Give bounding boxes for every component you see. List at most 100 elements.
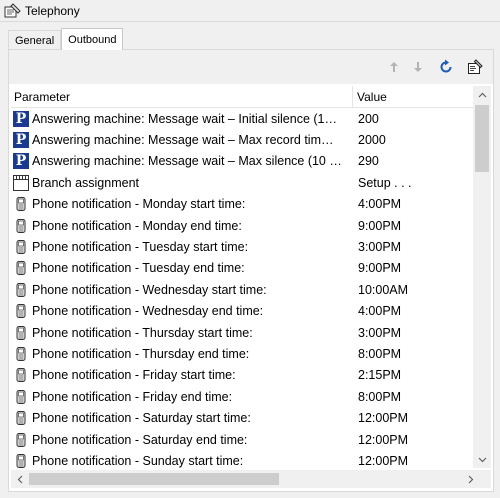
value-cell[interactable]: 3:00PM: [353, 240, 401, 254]
value-cell[interactable]: Setup . . .: [353, 176, 412, 190]
value-cell[interactable]: 12:00PM: [353, 411, 408, 425]
parameter-cell: Phone notification - Monday end time:: [11, 218, 353, 234]
move-up-button[interactable]: [383, 56, 405, 78]
table-row[interactable]: Phone notification - Saturday end time: 1…: [11, 429, 473, 450]
tab-label: Outbound: [68, 33, 117, 46]
parameter-cell: P Answering machine: Message wait – Max r…: [11, 132, 353, 149]
parameter-cell: Phone notification - Friday start time:: [11, 367, 353, 383]
scroll-down-arrow[interactable]: [473, 451, 491, 468]
value-cell[interactable]: 9:00PM: [353, 219, 401, 233]
grid-rows: P Answering machine: Message wait – Initi…: [11, 108, 473, 468]
phone-icon: [13, 239, 29, 255]
telephony-window: Telephony General Outbound Parameter Val…: [0, 0, 500, 498]
table-row[interactable]: Phone notification - Saturday start time…: [11, 407, 473, 428]
parameter-cell: Phone notification - Saturday start time…: [11, 410, 353, 426]
table-row[interactable]: Phone notification - Sunday start time: 1…: [11, 450, 473, 468]
arrow-up-icon: [390, 62, 398, 72]
table-row[interactable]: Branch assignment Setup . . .: [11, 172, 473, 193]
properties-button[interactable]: [464, 56, 486, 78]
scroll-left-arrow[interactable]: [11, 470, 28, 488]
parameter-cell: P Answering machine: Message wait – Max s…: [11, 153, 353, 170]
table-row[interactable]: P Answering machine: Message wait – Max s…: [11, 151, 473, 172]
parameter-label: Phone notification - Thursday end time:: [32, 346, 250, 361]
parameter-cell: Branch assignment: [11, 174, 353, 191]
value-cell[interactable]: 200: [353, 112, 379, 126]
parameter-label: Phone notification - Friday start time:: [32, 368, 236, 383]
table-row[interactable]: Phone notification - Friday end time: 8:0…: [11, 386, 473, 407]
value-cell[interactable]: 4:00PM: [353, 304, 401, 318]
parameter-cell: Phone notification - Friday end time:: [11, 389, 353, 405]
parameter-label: Phone notification - Friday end time:: [32, 389, 233, 404]
value-cell[interactable]: 290: [353, 154, 379, 168]
parameter-cell: Phone notification - Wednesday start tim…: [11, 282, 353, 298]
phone-icon: [13, 282, 29, 298]
column-header-parameter[interactable]: Parameter: [11, 86, 353, 108]
horizontal-scroll-thumb[interactable]: [29, 473, 279, 485]
grid-header: Parameter Value: [11, 86, 473, 108]
table-row[interactable]: Phone notification - Thursday start time…: [11, 322, 473, 343]
tab-outbound[interactable]: Outbound: [61, 28, 124, 50]
phone-icon: [13, 367, 29, 383]
table-row[interactable]: Phone notification - Monday end time: 9:0…: [11, 215, 473, 236]
parameter-label: Branch assignment: [32, 175, 140, 190]
value-cell[interactable]: 12:00PM: [353, 433, 408, 447]
parameter-p-icon: P: [13, 110, 29, 127]
telephony-settings-icon: [4, 2, 22, 19]
outbound-panel: Parameter Value P Answering machine: Mess…: [8, 49, 494, 492]
phone-icon: [13, 432, 29, 448]
table-row[interactable]: Phone notification - Tuesday start time:…: [11, 236, 473, 257]
phone-icon: [13, 260, 29, 276]
parameter-label: Phone notification - Wednesday start tim…: [32, 282, 267, 297]
vertical-scrollbar[interactable]: [473, 86, 491, 468]
phone-icon: [13, 453, 29, 468]
tab-general[interactable]: General: [8, 30, 62, 50]
value-cell[interactable]: 9:00PM: [353, 261, 401, 275]
parameter-cell: Phone notification - Tuesday end time:: [11, 260, 353, 276]
value-cell[interactable]: 8:00PM: [353, 347, 401, 361]
chevron-down-icon: [478, 457, 486, 462]
parameter-label: Phone notification - Thursday start time…: [32, 325, 253, 340]
value-cell[interactable]: 8:00PM: [353, 390, 401, 404]
move-down-button[interactable]: [407, 56, 429, 78]
horizontal-scrollbar[interactable]: [11, 470, 491, 488]
parameter-label: Phone notification - Monday end time:: [32, 218, 242, 233]
refresh-icon: [440, 59, 452, 73]
parameter-grid: Parameter Value P Answering machine: Mess…: [11, 86, 491, 488]
table-row[interactable]: Phone notification - Wednesday end time:…: [11, 301, 473, 322]
toolbar: [9, 50, 493, 84]
table-row[interactable]: Phone notification - Friday start time: 2…: [11, 365, 473, 386]
parameter-cell: Phone notification - Saturday end time:: [11, 432, 353, 448]
parameter-cell: Phone notification - Thursday end time:: [11, 346, 353, 362]
parameter-label: Phone notification - Monday start time:: [32, 197, 246, 212]
value-cell[interactable]: 4:00PM: [353, 197, 401, 211]
table-row[interactable]: P Answering machine: Message wait – Initi…: [11, 108, 473, 129]
phone-icon: [13, 346, 29, 362]
vertical-scroll-thumb[interactable]: [475, 105, 489, 172]
parameter-p-icon: P: [13, 132, 29, 149]
phone-icon: [13, 389, 29, 405]
parameter-label: Phone notification - Saturday end time:: [32, 432, 248, 447]
scroll-right-arrow[interactable]: [462, 470, 479, 488]
phone-icon: [13, 218, 29, 234]
value-cell[interactable]: 12:00PM: [353, 454, 408, 468]
table-row[interactable]: Phone notification - Monday start time: 4…: [11, 194, 473, 215]
column-header-value[interactable]: Value: [353, 86, 387, 108]
value-cell[interactable]: 10:00AM: [353, 283, 408, 297]
parameter-p-icon: P: [13, 153, 29, 170]
window-title: Telephony: [25, 3, 80, 18]
parameter-label: Phone notification - Sunday start time:: [32, 453, 244, 468]
value-cell[interactable]: 2000: [353, 133, 386, 147]
table-row[interactable]: P Answering machine: Message wait – Max r…: [11, 129, 473, 150]
parameter-label: Phone notification - Saturday start time…: [32, 411, 251, 426]
phone-icon: [13, 325, 29, 341]
table-row[interactable]: Phone notification - Tuesday end time: 9:…: [11, 258, 473, 279]
refresh-button[interactable]: [435, 56, 457, 78]
phone-icon: [13, 196, 29, 212]
table-row[interactable]: Phone notification - Thursday end time: 8…: [11, 343, 473, 364]
parameter-label: Answering machine: Message wait – Max si…: [32, 154, 342, 169]
value-cell[interactable]: 3:00PM: [353, 326, 401, 340]
value-cell[interactable]: 2:15PM: [353, 368, 401, 382]
table-row[interactable]: Phone notification - Wednesday start tim…: [11, 279, 473, 300]
scroll-up-arrow[interactable]: [473, 86, 491, 103]
chevron-right-icon: [468, 475, 473, 483]
